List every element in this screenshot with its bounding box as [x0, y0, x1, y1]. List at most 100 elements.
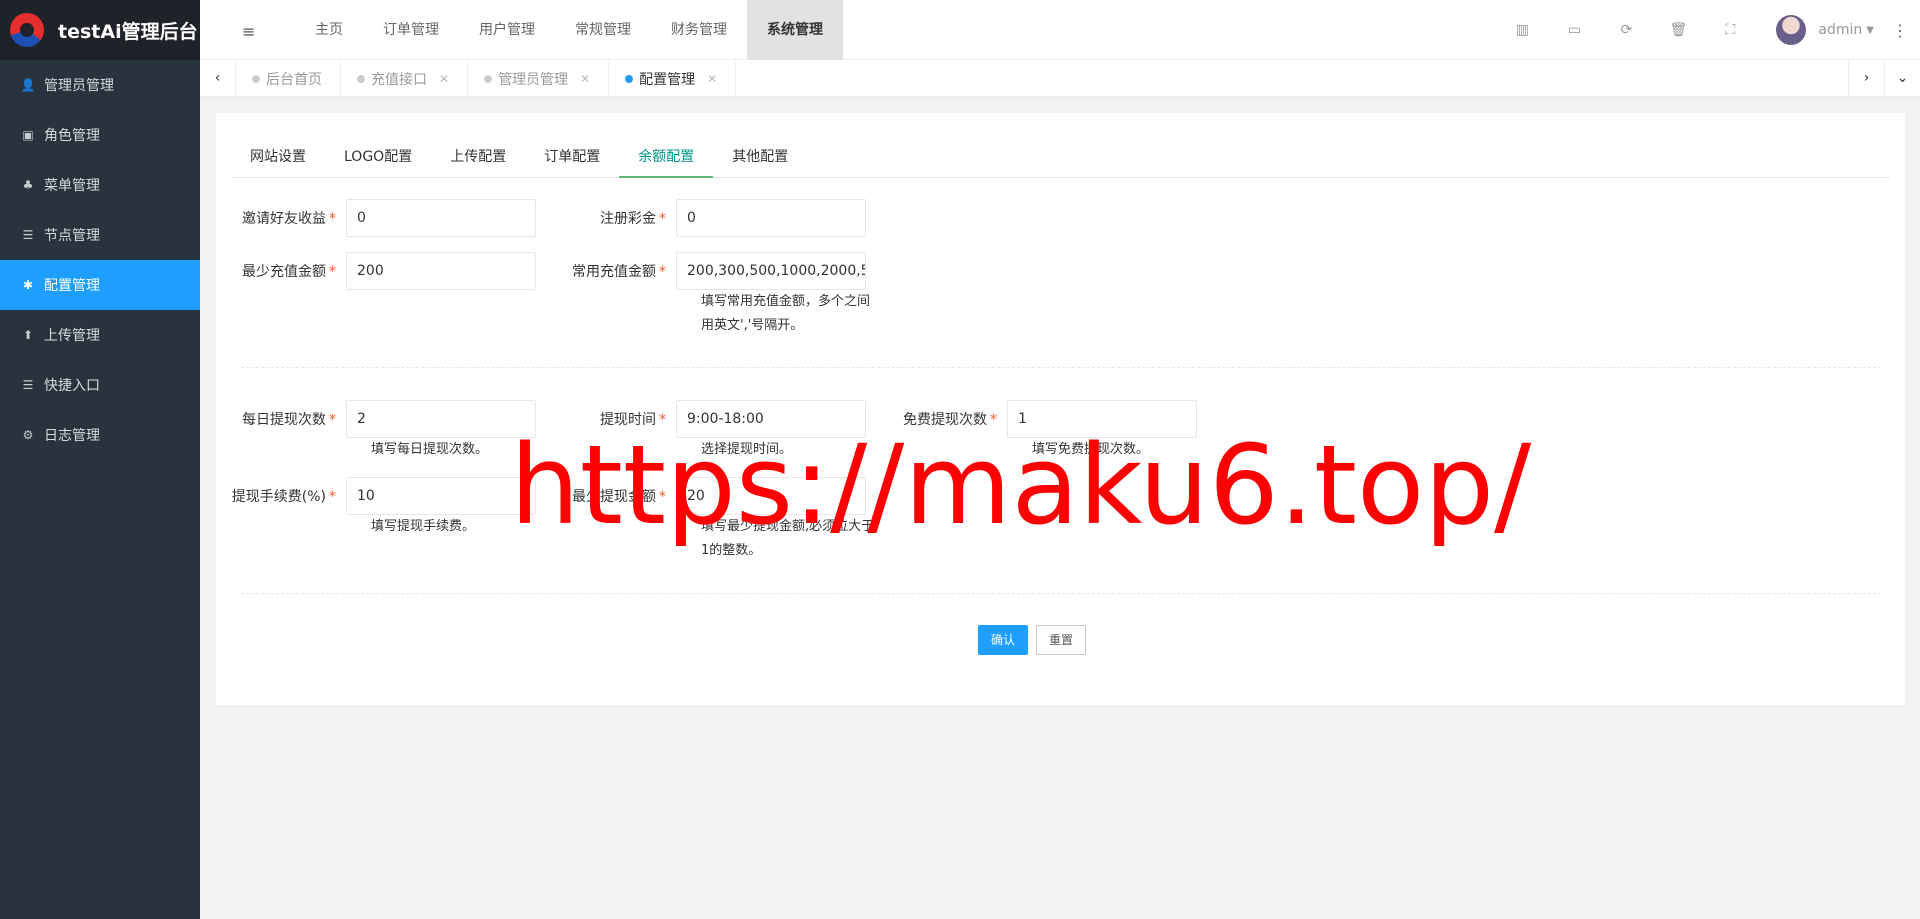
watermark-text: https://maku6.top/ — [510, 421, 1532, 549]
min-recharge-label: 最少充值金额 * — [216, 261, 346, 281]
sidebar-item-label: 日志管理 — [44, 428, 100, 444]
section-divider — [241, 367, 1881, 368]
card-icon[interactable]: ▭ — [1548, 22, 1600, 38]
form-row: 邀请好友收益 * 0 — [216, 199, 536, 237]
tab-recharge[interactable]: 充值接口 ✕ — [341, 60, 469, 97]
fullscreen-icon[interactable]: ⛶ — [1704, 22, 1756, 38]
avatar[interactable] — [1776, 15, 1807, 45]
header: ≡ 主页 订单管理 用户管理 常规管理 财务管理 系统管理 ▥ ▭ ⟳ 🗑 ⛶ … — [200, 0, 1920, 60]
tabs-menu-chevron-icon[interactable]: ⌄ — [1884, 60, 1920, 97]
register-bonus-input[interactable]: 0 — [676, 199, 866, 237]
topnav-finance[interactable]: 财务管理 — [651, 0, 747, 60]
config-card: 网站设置 LOGO配置 上传配置 订单配置 余额配置 其他配置 邀请好友收益 * … — [216, 113, 1905, 705]
sidebar-item-label: 快捷入口 — [44, 378, 100, 394]
form-row: 每日提现次数 * 2 — [216, 400, 536, 438]
close-icon[interactable]: ✕ — [580, 72, 590, 86]
page-tabs-bar: ‹ 后台首页 充值接口 ✕ 管理员管理 ✕ 配置管理 ✕ › ⌄ — [200, 60, 1920, 97]
tab-dot — [484, 74, 493, 83]
sidebar-item-upload[interactable]: ⬆ 上传管理 — [0, 310, 200, 360]
label-text: 注册彩金 — [600, 211, 656, 227]
trash-icon[interactable]: 🗑 — [1652, 22, 1704, 38]
log-icon: ⚙ — [22, 428, 34, 442]
withdraw-fee-label: 提现手续费(%) * — [216, 486, 346, 506]
required-mark: * — [329, 211, 336, 227]
sidebar-item-role[interactable]: ▣ 角色管理 — [0, 110, 200, 160]
tabs-right-arrow-icon[interactable]: › — [1848, 60, 1884, 97]
tab-other-config[interactable]: 其他配置 — [713, 136, 807, 177]
menu-fold-icon[interactable]: ≡ — [242, 22, 255, 41]
refresh-icon[interactable]: ⟳ — [1600, 22, 1652, 38]
required-mark: * — [329, 489, 336, 505]
topnav-orders[interactable]: 订单管理 — [363, 0, 459, 60]
tip-line: 用英文','号隔开。 — [701, 318, 804, 333]
label-text: 提现手续费(%) — [231, 489, 326, 505]
sidebar-menu: 👤 管理员管理 ▣ 角色管理 ♣ 菜单管理 ☰ 节点管理 ✱ 配置管理 ⬆ 上传管理 ☰ 快捷… — [0, 60, 200, 460]
tab-order-config[interactable]: 订单配置 — [525, 136, 619, 177]
tab-upload-config[interactable]: 上传配置 — [431, 136, 525, 177]
user-name[interactable]: admin — [1818, 22, 1862, 38]
form-row: 常用充值金额* 200,300,500,1000,2000,5000 — [546, 252, 866, 290]
sidebar-item-shortcut[interactable]: ☰ 快捷入口 — [0, 360, 200, 410]
more-icon[interactable]: ⋮ — [1892, 21, 1908, 40]
list-icon: ☰ — [22, 228, 34, 242]
sidebar-item-menu[interactable]: ♣ 菜单管理 — [0, 160, 200, 210]
top-nav: 主页 订单管理 用户管理 常规管理 财务管理 系统管理 — [295, 0, 843, 60]
gear-icon: ✱ — [22, 278, 34, 292]
reset-button[interactable]: 重置 — [1036, 625, 1087, 655]
close-icon[interactable]: ✕ — [707, 72, 717, 86]
tab-dot — [357, 74, 365, 83]
sidebar-item-label: 上传管理 — [44, 328, 100, 344]
common-recharge-input[interactable]: 200,300,500,1000,2000,5000 — [676, 252, 866, 290]
chevron-down-icon[interactable]: ▼ — [1866, 25, 1874, 36]
sidebar-item-label: 节点管理 — [44, 228, 100, 244]
invite-income-input[interactable]: 0 — [346, 199, 536, 237]
label-text: 最少充值金额 — [242, 264, 326, 280]
label-text: 常用充值金额 — [572, 264, 656, 280]
sidebar-item-label: 菜单管理 — [44, 178, 100, 194]
tab-balance-config[interactable]: 余额配置 — [619, 136, 714, 178]
min-recharge-input[interactable]: 200 — [346, 252, 536, 290]
sidebar-item-log[interactable]: ⚙ 日志管理 — [0, 410, 200, 460]
sidebar-item-admin[interactable]: 👤 管理员管理 — [0, 60, 200, 110]
daily-withdraw-count-label: 每日提现次数 * — [216, 409, 346, 429]
sidebar-item-node[interactable]: ☰ 节点管理 — [0, 210, 200, 260]
tab-config[interactable]: 配置管理 ✕ — [609, 60, 737, 97]
withdraw-fee-input[interactable]: 10 — [346, 477, 536, 515]
sidebar-item-label: 配置管理 — [44, 278, 100, 294]
form-row: 提现手续费(%) * 10 — [216, 477, 536, 515]
sidebar-item-config[interactable]: ✱ 配置管理 — [0, 260, 200, 310]
confirm-button[interactable]: 确认 — [978, 625, 1029, 655]
sidebar-item-label: 角色管理 — [44, 128, 100, 144]
daily-withdraw-count-input[interactable]: 2 — [346, 400, 536, 438]
tip-line: 填写常用充值金额，多个之间 — [701, 294, 871, 309]
app-title: testAi管理后台 — [58, 20, 198, 43]
close-icon[interactable]: ✕ — [439, 72, 449, 86]
chart-icon[interactable]: ▥ — [1496, 22, 1548, 38]
topnav-general[interactable]: 常规管理 — [555, 0, 651, 60]
role-icon: ▣ — [22, 128, 34, 142]
header-tools: ▥ ▭ ⟳ 🗑 ⛶ admin ▼ ⋮ — [1496, 0, 1920, 60]
withdraw-fee-tip: 填写提现手续费。 — [371, 519, 476, 534]
tab-home[interactable]: 后台首页 — [236, 60, 341, 97]
tab-site-settings[interactable]: 网站设置 — [231, 136, 325, 177]
sidebar: testAi管理后台 👤 管理员管理 ▣ 角色管理 ♣ 菜单管理 ☰ 节点管理 ✱ 配置管… — [0, 0, 200, 919]
tab-dot — [252, 74, 260, 83]
tree-icon: ♣ — [22, 178, 34, 192]
config-tabs: 网站设置 LOGO配置 上传配置 订单配置 余额配置 其他配置 — [231, 136, 1890, 178]
logo[interactable]: testAi管理后台 — [0, 0, 200, 60]
tab-label: 后台首页 — [266, 71, 322, 88]
topnav-system[interactable]: 系统管理 — [747, 0, 843, 60]
common-recharge-label: 常用充值金额 * — [546, 261, 676, 281]
tab-label: 充值接口 — [371, 71, 427, 88]
tab-label: 管理员管理 — [498, 71, 569, 88]
tab-logo-config[interactable]: LOGO配置 — [325, 136, 431, 177]
topnav-users[interactable]: 用户管理 — [459, 0, 555, 60]
register-bonus-label: 注册彩金 * — [546, 208, 676, 228]
page-tabs: 后台首页 充值接口 ✕ 管理员管理 ✕ 配置管理 ✕ — [236, 60, 737, 97]
daily-withdraw-count-tip: 填写每日提现次数。 — [371, 442, 489, 457]
tab-admin[interactable]: 管理员管理 ✕ — [468, 60, 610, 97]
topnav-home[interactable]: 主页 — [295, 0, 363, 60]
tabs-left-arrow-icon[interactable]: ‹ — [200, 60, 236, 97]
logo-icon — [10, 13, 44, 47]
invite-income-label: 邀请好友收益 * — [216, 208, 346, 228]
